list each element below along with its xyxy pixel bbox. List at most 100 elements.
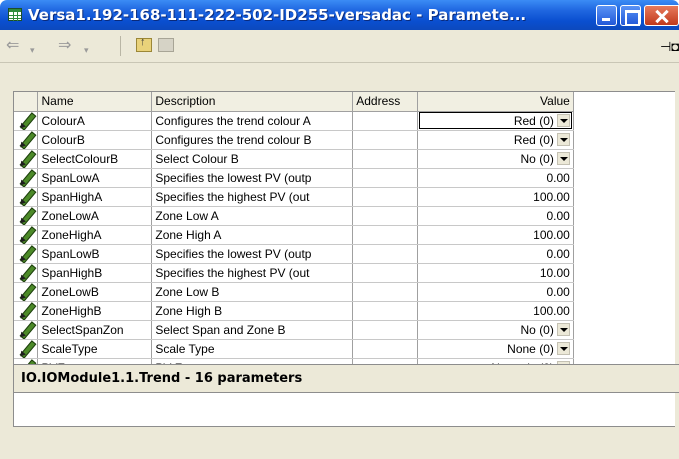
cell-value[interactable]: Red (0)	[417, 111, 574, 131]
cell-description[interactable]: Select Span and Zone B	[151, 320, 354, 340]
table-row[interactable]: ZoneHighA Zone High A 100.00	[14, 225, 675, 245]
cell-address[interactable]	[352, 149, 419, 169]
cell-value[interactable]: 0.00	[417, 168, 574, 188]
chevron-down-icon[interactable]	[556, 342, 570, 355]
header-name[interactable]: Name	[37, 92, 153, 112]
cell-name[interactable]: ZoneHighB	[37, 301, 153, 321]
value-dropdown[interactable]: Red (0)	[421, 112, 570, 130]
table-row[interactable]: ZoneLowA Zone Low A 0.00	[14, 206, 675, 226]
cell-value[interactable]: 0.00	[417, 206, 574, 226]
maximize-button[interactable]	[620, 5, 641, 26]
table-row[interactable]: ZoneHighB Zone High B 100.00	[14, 301, 675, 321]
chevron-down-icon[interactable]	[556, 323, 570, 336]
pin-icon[interactable]: ⊣◘	[660, 39, 679, 55]
cell-address[interactable]	[352, 282, 419, 302]
cell-description[interactable]: Configures the trend colour A	[151, 111, 354, 131]
cell-name[interactable]: SpanLowA	[37, 168, 153, 188]
table-row[interactable]: SelectColourB Select Colour B No (0)	[14, 149, 675, 169]
cell-address[interactable]	[352, 130, 419, 150]
forward-arrow-icon[interactable]: ⇒	[58, 38, 71, 54]
cell-value[interactable]: Red (0)	[417, 130, 574, 150]
header-address[interactable]: Address	[352, 92, 419, 112]
cell-description[interactable]: Specifies the highest PV (out	[151, 187, 354, 207]
folder-up-icon[interactable]	[136, 36, 152, 52]
cell-address[interactable]	[352, 225, 419, 245]
cell-description[interactable]: Specifies the lowest PV (outp	[151, 168, 354, 188]
cell-address[interactable]	[352, 339, 419, 359]
chevron-down-icon[interactable]	[556, 114, 570, 127]
table-row[interactable]: SpanHighB Specifies the highest PV (out 10…	[14, 263, 675, 283]
header-empty	[573, 92, 675, 111]
header-description[interactable]: Description	[151, 92, 354, 112]
cell-name[interactable]: ZoneLowA	[37, 206, 153, 226]
cell-address[interactable]	[352, 168, 419, 188]
table-row[interactable]: SpanHighA Specifies the highest PV (out 10…	[14, 187, 675, 207]
header-icon-col	[14, 92, 39, 112]
cell-address[interactable]	[352, 206, 419, 226]
pencil-icon	[18, 265, 34, 281]
cell-description[interactable]: Specifies the highest PV (out	[151, 263, 354, 283]
value-text: None (0)	[507, 341, 554, 356]
cell-name[interactable]: SpanHighB	[37, 263, 153, 283]
cell-name[interactable]: SelectColourB	[37, 149, 153, 169]
cell-name[interactable]: ColourA	[37, 111, 153, 131]
cell-address[interactable]	[352, 187, 419, 207]
cell-description[interactable]: Zone Low A	[151, 206, 354, 226]
value-dropdown[interactable]: No (0)	[421, 150, 570, 168]
pencil-icon	[18, 322, 34, 338]
cell-address[interactable]	[352, 301, 419, 321]
table-row[interactable]: ColourB Configures the trend colour B Red …	[14, 130, 675, 150]
header-value[interactable]: Value	[417, 92, 574, 112]
table-row[interactable]: ScaleType Scale Type None (0)	[14, 339, 675, 359]
cell-description[interactable]: Zone High B	[151, 301, 354, 321]
cell-value[interactable]: 100.00	[417, 187, 574, 207]
value-dropdown[interactable]: Red (0)	[421, 131, 570, 149]
cell-name[interactable]: ZoneHighA	[37, 225, 153, 245]
title-bar[interactable]: Versa1.192-168-111-222-502-ID255-versada…	[0, 0, 679, 30]
cell-name[interactable]: ZoneLowB	[37, 282, 153, 302]
cell-description[interactable]: Scale Type	[151, 339, 354, 359]
cell-name[interactable]: SelectSpanZon	[37, 320, 153, 340]
table-row[interactable]: SelectSpanZon Select Span and Zone B No (0…	[14, 320, 675, 340]
back-arrow-icon[interactable]: ⇐	[6, 38, 19, 54]
forward-dropdown-icon[interactable]: ▾	[84, 43, 89, 57]
cell-value[interactable]: 0.00	[417, 244, 574, 264]
table-row[interactable]: SpanLowB Specifies the lowest PV (outp 0.0…	[14, 244, 675, 264]
row-edit-cell	[14, 130, 39, 150]
cell-name[interactable]: ScaleType	[37, 339, 153, 359]
cell-address[interactable]	[352, 320, 419, 340]
status-bar: IO.IOModule1.1.Trend - 16 parameters	[13, 364, 679, 393]
cell-value[interactable]: No (0)	[417, 320, 574, 340]
table-row[interactable]: ZoneLowB Zone Low B 0.00	[14, 282, 675, 302]
cell-description[interactable]: Configures the trend colour B	[151, 130, 354, 150]
close-button[interactable]	[644, 5, 679, 26]
back-dropdown-icon[interactable]: ▾	[30, 43, 35, 57]
cell-description[interactable]: Select Colour B	[151, 149, 354, 169]
cell-value[interactable]: 0.00	[417, 282, 574, 302]
cell-value[interactable]: 10.00	[417, 263, 574, 283]
value-dropdown[interactable]: None (0)	[421, 340, 570, 358]
cell-value[interactable]: 100.00	[417, 301, 574, 321]
cell-description[interactable]: Zone High A	[151, 225, 354, 245]
pencil-icon	[18, 189, 34, 205]
cell-value[interactable]: None (0)	[417, 339, 574, 359]
chevron-down-icon[interactable]	[556, 133, 570, 146]
table-row[interactable]: SpanLowA Specifies the lowest PV (outp 0.0…	[14, 168, 675, 188]
folder-icon[interactable]	[158, 38, 174, 52]
pencil-icon	[18, 113, 34, 129]
row-edit-cell	[14, 339, 39, 359]
cell-name[interactable]: SpanHighA	[37, 187, 153, 207]
cell-address[interactable]	[352, 244, 419, 264]
cell-address[interactable]	[352, 111, 419, 131]
cell-name[interactable]: SpanLowB	[37, 244, 153, 264]
cell-value[interactable]: 100.00	[417, 225, 574, 245]
cell-description[interactable]: Specifies the lowest PV (outp	[151, 244, 354, 264]
cell-value[interactable]: No (0)	[417, 149, 574, 169]
cell-description[interactable]: Zone Low B	[151, 282, 354, 302]
table-row[interactable]: ColourA Configures the trend colour A Red …	[14, 111, 675, 131]
value-dropdown[interactable]: No (0)	[421, 321, 570, 339]
chevron-down-icon[interactable]	[556, 152, 570, 165]
cell-name[interactable]: ColourB	[37, 130, 153, 150]
minimize-button[interactable]	[596, 5, 617, 26]
cell-address[interactable]	[352, 263, 419, 283]
